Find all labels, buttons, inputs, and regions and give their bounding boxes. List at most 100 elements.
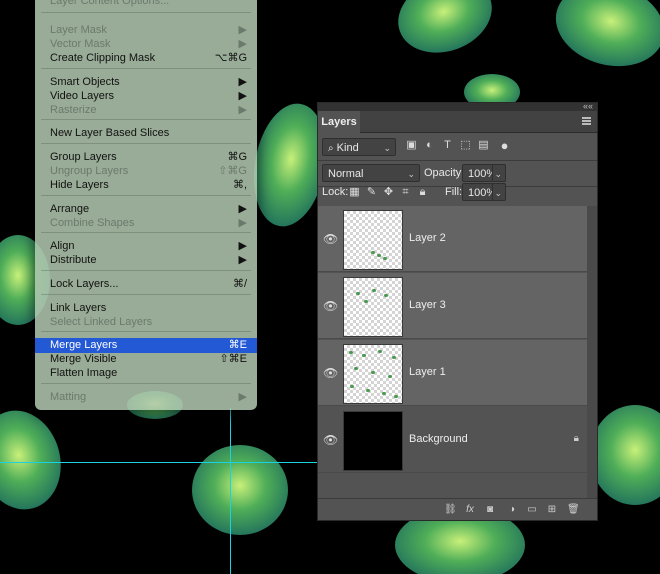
lock-artboard-icon[interactable]: ⌗ — [399, 186, 412, 199]
monstera-leaf-6 — [192, 445, 288, 535]
submenu-arrow-icon: ▶ — [238, 104, 247, 116]
filter-toggle-icon[interactable]: ● — [498, 139, 511, 152]
shortcut: ⌘/ — [232, 278, 247, 290]
add-mask-icon[interactable]: ◙ — [484, 504, 496, 516]
lock-position-icon[interactable]: ✥ — [382, 186, 395, 199]
submenu-arrow-icon: ▶ — [238, 76, 247, 88]
layer-name[interactable]: Layer 3 — [409, 299, 446, 311]
layers-scrollbar[interactable] — [587, 206, 597, 506]
visibility-eye-icon[interactable]: 👁︎ — [323, 232, 338, 246]
menu-item-layer-content-options: Layer Content Options... — [50, 0, 170, 7]
layer-thumbnail — [343, 344, 403, 404]
filter-adjustment-icon[interactable]: ◐ — [423, 139, 436, 152]
submenu-arrow-icon: ▶ — [238, 24, 247, 36]
monstera-leaf-1 — [398, 0, 660, 67]
layer-style-fx-icon[interactable]: fx — [464, 504, 476, 516]
menu-item-vector-mask: Vector Mask ▶ — [50, 38, 247, 50]
menu-item-link-layers[interactable]: Link Layers — [35, 301, 257, 315]
shortcut: ⌘G — [227, 151, 247, 163]
menu-item-merge-layers[interactable]: Merge Layers ⌘E — [35, 338, 257, 353]
link-layers-icon[interactable]: ⛓︎ — [444, 504, 457, 516]
layer-name[interactable]: Background — [409, 433, 468, 445]
lock-transparent-pixels-icon[interactable]: ▦ — [348, 186, 361, 199]
opacity-slider-toggle[interactable]: ⌄ — [492, 164, 506, 182]
horizontal-guide[interactable] — [0, 462, 317, 463]
filter-pixel-icon[interactable]: ▣ — [405, 139, 418, 152]
submenu-arrow-icon: ▶ — [238, 391, 247, 403]
layer-thumbnail — [343, 277, 403, 337]
menu-separator — [41, 331, 251, 332]
divider — [318, 160, 597, 161]
shortcut: ⇧⌘G — [218, 165, 247, 177]
layer-row-layer-3[interactable]: 👁︎ Layer 3 — [318, 273, 587, 339]
menu-separator — [41, 68, 251, 69]
lock-label: Lock: — [322, 186, 349, 198]
collapse-panel-icon[interactable]: «« — [583, 101, 593, 111]
search-icon: ⌕ — [328, 143, 334, 154]
opacity-label: Opacity: — [424, 167, 465, 179]
filter-kind-dropdown[interactable]: ⌕ Kind ⌄ — [322, 138, 396, 156]
fill-label: Fill: — [445, 186, 463, 198]
layer-row-background[interactable]: 👁︎ Background 🔒︎ — [318, 407, 587, 473]
lock-icon[interactable]: 🔒︎ — [574, 433, 579, 444]
fill-slider-toggle[interactable]: ⌄ — [492, 183, 506, 201]
lock-all-icon[interactable]: 🔒︎ — [416, 186, 429, 199]
menu-separator — [41, 143, 251, 144]
menu-item-lock-layers[interactable]: Lock Layers... ⌘/ — [35, 277, 257, 291]
menu-item-flatten-image[interactable]: Flatten Image — [35, 366, 257, 380]
submenu-arrow-icon: ▶ — [238, 240, 247, 252]
menu-item-merge-visible[interactable]: Merge Visible ⇧⌘E — [35, 352, 257, 366]
blend-mode-dropdown[interactable]: Normal ⌄ — [322, 164, 420, 182]
layer-name[interactable]: Layer 1 — [409, 366, 446, 378]
layer-thumbnail — [343, 411, 403, 471]
menu-item-arrange[interactable]: Arrange ▶ — [35, 202, 257, 216]
submenu-arrow-icon: ▶ — [238, 90, 247, 102]
filter-smart-object-icon[interactable]: ▤ — [477, 139, 490, 152]
adjustment-layer-icon[interactable]: ◑ — [506, 504, 518, 516]
panel-tab-bar: Layers — [318, 111, 597, 133]
menu-separator — [41, 232, 251, 233]
vertical-guide[interactable] — [230, 408, 231, 574]
menu-item-create-clipping-mask[interactable]: Create Clipping Mask ⌥⌘G — [35, 51, 257, 65]
layer-row-layer-2[interactable]: 👁︎ Layer 2 — [318, 206, 587, 272]
filter-shape-icon[interactable]: ⬚ — [459, 139, 472, 152]
new-group-icon[interactable]: ▭ — [526, 504, 538, 516]
menu-item-distribute[interactable]: Distribute ▶ — [35, 253, 257, 267]
menu-item-align[interactable]: Align ▶ — [35, 239, 257, 253]
monstera-leaf-8 — [590, 405, 660, 505]
panel-title-bar[interactable]: «« — [318, 101, 597, 111]
visibility-eye-icon[interactable]: 👁︎ — [323, 299, 338, 313]
monstera-leaf-5 — [0, 410, 61, 510]
menu-item-combine-shapes: Combine Shapes ▶ — [50, 217, 247, 229]
lock-image-pixels-icon[interactable]: ✎ — [365, 186, 378, 199]
submenu-arrow-icon: ▶ — [238, 203, 247, 215]
menu-item-layer-mask: Layer Mask ▶ — [50, 24, 247, 36]
layers-bottom-toolbar: ⛓︎ fx ◙ ◑ ▭ ⊞ 🗑︎ — [318, 498, 597, 520]
visibility-eye-icon[interactable]: 👁︎ — [323, 366, 338, 380]
menu-item-hide-layers[interactable]: Hide Layers ⌘, — [35, 178, 257, 192]
submenu-arrow-icon: ▶ — [238, 254, 247, 266]
layers-panel: «« Layers ⌕ Kind ⌄ ▣ ◐ T ⬚ ▤ ● Normal ⌄ … — [317, 101, 598, 521]
shortcut: ⌥⌘G — [214, 52, 247, 64]
layer-menu: Layer Content Options... Layer Mask ▶ Vec… — [35, 0, 257, 410]
delete-layer-icon[interactable]: 🗑︎ — [567, 504, 580, 516]
layer-name[interactable]: Layer 2 — [409, 232, 446, 244]
menu-separator — [41, 119, 251, 120]
menu-item-smart-objects[interactable]: Smart Objects ▶ — [35, 75, 257, 89]
layer-row-layer-1[interactable]: 👁︎ Layer 1 — [318, 340, 587, 406]
menu-item-video-layers[interactable]: Video Layers ▶ — [35, 89, 257, 103]
menu-item-new-layer-based-slices[interactable]: New Layer Based Slices — [35, 126, 257, 140]
submenu-arrow-icon: ▶ — [238, 217, 247, 229]
submenu-arrow-icon: ▶ — [238, 38, 247, 50]
new-layer-icon[interactable]: ⊞ — [546, 504, 558, 516]
tab-layers[interactable]: Layers — [318, 111, 360, 133]
chevron-down-icon: ⌄ — [494, 169, 502, 179]
filter-type-icon[interactable]: T — [441, 139, 454, 152]
menu-item-select-linked-layers: Select Linked Layers — [50, 316, 153, 328]
chevron-down-icon: ⌄ — [407, 169, 415, 179]
visibility-eye-icon[interactable]: 👁︎ — [323, 433, 338, 447]
menu-separator — [41, 12, 251, 13]
menu-item-ungroup-layers: Ungroup Layers ⇧⌘G — [50, 165, 247, 177]
menu-item-group-layers[interactable]: Group Layers ⌘G — [35, 150, 257, 164]
panel-menu-icon[interactable] — [582, 117, 591, 125]
